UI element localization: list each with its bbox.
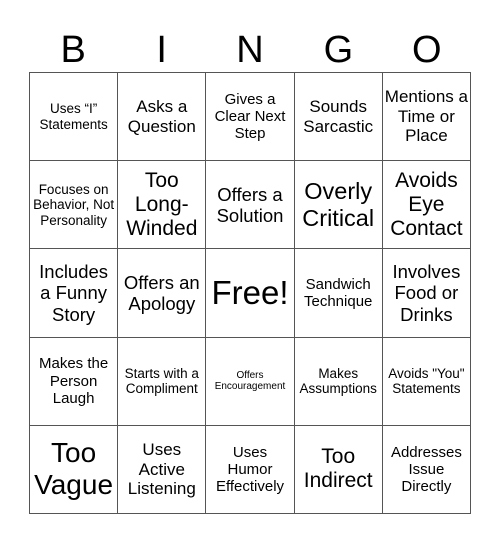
bingo-cell[interactable]: Makes Assumptions: [294, 337, 383, 426]
bingo-cell[interactable]: Sandwich Technique: [294, 249, 383, 338]
bingo-cell[interactable]: Uses Humor Effectively: [206, 425, 295, 514]
bingo-cell[interactable]: Starts with a Compliment: [118, 337, 207, 426]
header-letter-o: O: [412, 29, 442, 71]
bingo-cell[interactable]: Asks a Question: [118, 73, 207, 162]
bingo-cell[interactable]: Too Long-Winded: [118, 161, 207, 250]
bingo-grid: Uses “I” Statements Asks a Question Give…: [29, 72, 471, 514]
header-letter-b: B: [60, 29, 86, 71]
bingo-cell[interactable]: Gives a Clear Next Step: [206, 73, 295, 162]
bingo-cell[interactable]: Sounds Sarcastic: [294, 73, 383, 162]
bingo-cell[interactable]: Avoids "You" Statements: [382, 337, 471, 426]
bingo-cell[interactable]: Offers a Solution: [206, 161, 295, 250]
bingo-cell[interactable]: Overly Critical: [294, 161, 383, 250]
bingo-cell[interactable]: Makes the Person Laugh: [30, 337, 119, 426]
bingo-cell[interactable]: Addresses Issue Directly: [382, 425, 471, 514]
header-letter-g: G: [323, 29, 354, 71]
bingo-cell[interactable]: Too Indirect: [294, 425, 383, 514]
bingo-header: B I N G O: [29, 28, 471, 72]
bingo-cell[interactable]: Focuses on Behavior, Not Personality: [30, 161, 119, 250]
bingo-cell[interactable]: Includes a Funny Story: [30, 249, 119, 338]
bingo-cell[interactable]: Uses “I” Statements: [30, 73, 119, 162]
bingo-cell[interactable]: Offers Encouragement: [206, 337, 295, 426]
bingo-cell[interactable]: Mentions a Time or Place: [382, 73, 471, 162]
free-space[interactable]: Free!: [206, 249, 295, 338]
bingo-cell[interactable]: Too Vague: [30, 425, 119, 514]
header-letter-i: I: [156, 29, 167, 71]
bingo-cell[interactable]: Avoids Eye Contact: [382, 161, 471, 250]
header-letter-n: N: [236, 29, 264, 71]
bingo-cell[interactable]: Offers an Apology: [118, 249, 207, 338]
bingo-cell[interactable]: Uses Active Listening: [118, 425, 207, 514]
bingo-cell[interactable]: Involves Food or Drinks: [382, 249, 471, 338]
